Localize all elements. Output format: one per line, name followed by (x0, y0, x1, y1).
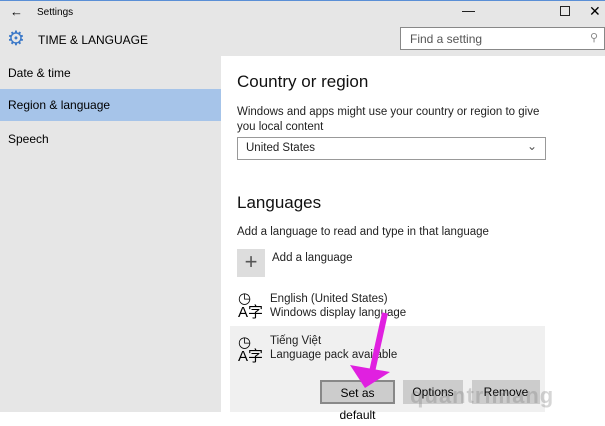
close-icon[interactable]: ✕ (589, 3, 601, 20)
back-icon[interactable]: ← (10, 4, 23, 19)
languages-description: Add a language to read and type in that … (237, 226, 489, 238)
country-select[interactable]: United States ⌄ (237, 137, 546, 160)
languages-heading: Languages (237, 193, 322, 212)
language-icon: ◷ A字 (238, 334, 264, 365)
chevron-down-icon: ⌄ (526, 139, 537, 153)
page-title: TIME & LANGUAGE (38, 33, 149, 47)
header: ⚙ TIME & LANGUAGE Find a setting ⚲ (0, 25, 605, 56)
title-bar: ← Settings — ✕ (0, 0, 605, 25)
add-language-button[interactable]: + (237, 249, 265, 277)
gear-icon: ⚙ (7, 28, 25, 50)
language-name: Tiếng Việt (270, 335, 322, 347)
plus-icon: + (244, 249, 258, 274)
country-value: United States (246, 142, 316, 154)
country-description: Windows and apps might use your country … (237, 106, 540, 133)
minimize-icon[interactable]: — (462, 3, 475, 18)
watermark: quantrimang (410, 383, 555, 408)
sidebar-item-region-language[interactable]: Region & language (0, 89, 221, 121)
arrow-annotation (350, 312, 390, 388)
sidebar-item-speech[interactable]: Speech (0, 123, 221, 155)
window-title: Settings (37, 7, 74, 18)
search-placeholder: Find a setting (410, 32, 483, 46)
search-input[interactable]: Find a setting ⚲ (400, 27, 605, 50)
country-heading: Country or region (237, 72, 369, 91)
add-language-label[interactable]: Add a language (272, 252, 353, 264)
language-icon: ◷ A字 (238, 290, 264, 321)
sidebar-item-date-time[interactable]: Date & time (0, 57, 221, 89)
language-name: English (United States) (270, 293, 388, 305)
maximize-icon[interactable] (560, 6, 570, 16)
search-icon: ⚲ (589, 32, 598, 44)
sidebar: Date & time Region & language Speech (0, 56, 221, 412)
